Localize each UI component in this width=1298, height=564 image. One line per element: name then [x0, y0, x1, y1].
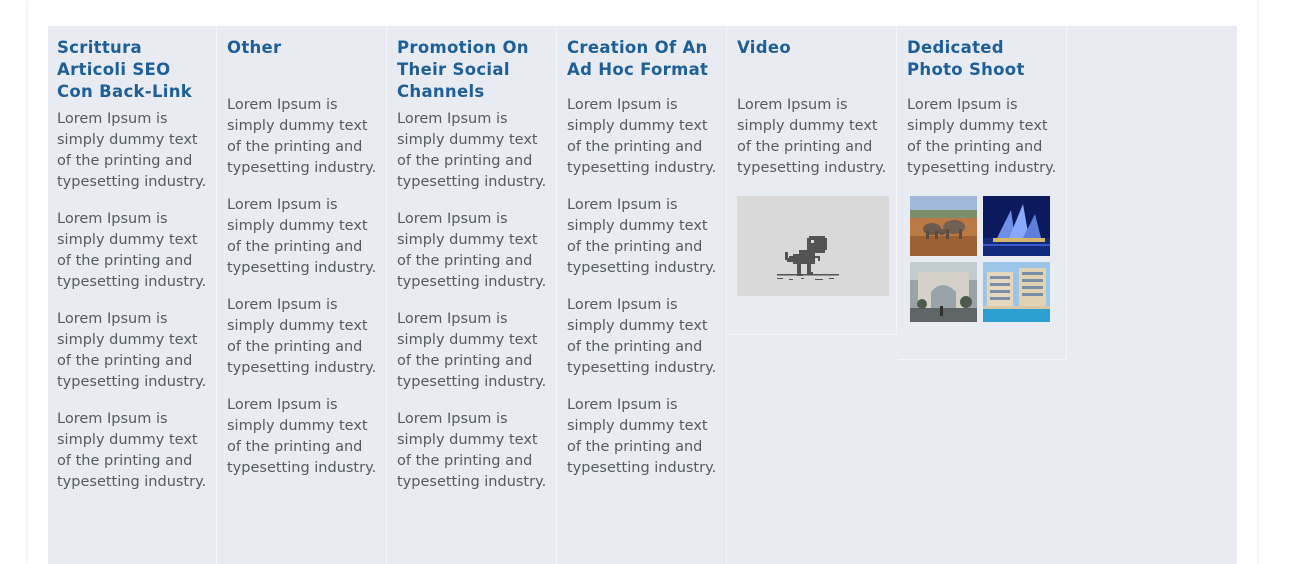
video-player[interactable]: [737, 196, 889, 296]
opera-house-photo[interactable]: [983, 196, 1050, 256]
column-paragraph: Lorem Ipsum is simply dummy text of the …: [567, 397, 717, 476]
column-paragraph: Lorem Ipsum is simply dummy text of the …: [737, 97, 887, 176]
dinosaur-icon: [777, 236, 839, 280]
column-paragraph: Lorem Ipsum is simply dummy text of the …: [397, 311, 547, 390]
service-column-seo: Scrittura Articoli SEO Con Back-Link Lor…: [48, 26, 217, 564]
resort-photo[interactable]: [983, 262, 1050, 322]
column-paragraph: Lorem Ipsum is simply dummy text of the …: [227, 397, 377, 476]
column-paragraph: Lorem Ipsum is simply dummy text of the …: [397, 111, 547, 190]
column-paragraph: Lorem Ipsum is simply dummy text of the …: [57, 311, 207, 390]
page-frame: Scrittura Articoli SEO Con Back-Link Lor…: [28, 0, 1257, 564]
column-title: Other: [227, 38, 282, 57]
service-column-promotion: Promotion On Their Social Channels Lorem…: [388, 26, 557, 564]
column-paragraph: Lorem Ipsum is simply dummy text of the …: [397, 411, 547, 490]
column-paragraph: Lorem Ipsum is simply dummy text of the …: [567, 197, 717, 276]
service-column-other: Other Lorem Ipsum is simply dummy text o…: [218, 26, 387, 564]
elephants-photo[interactable]: [910, 196, 977, 256]
photo-gallery: [907, 193, 1057, 322]
column-title: Video: [737, 38, 791, 57]
service-column-photo: Dedicated Photo Shoot Lorem Ipsum is sim…: [898, 26, 1067, 360]
services-panel: Scrittura Articoli SEO Con Back-Link Lor…: [48, 26, 1237, 564]
service-column-ad-hoc: Creation Of An Ad Hoc Format Lorem Ipsum…: [558, 26, 727, 564]
column-title: Creation Of An Ad Hoc Format: [567, 38, 709, 79]
column-paragraph: Lorem Ipsum is simply dummy text of the …: [57, 411, 207, 490]
column-paragraph: Lorem Ipsum is simply dummy text of the …: [227, 297, 377, 376]
column-title: Promotion On Their Social Channels: [397, 38, 529, 101]
column-paragraph: Lorem Ipsum is simply dummy text of the …: [57, 211, 207, 290]
column-paragraph: Lorem Ipsum is simply dummy text of the …: [227, 197, 377, 276]
column-paragraph: Lorem Ipsum is simply dummy text of the …: [397, 211, 547, 290]
column-paragraph: Lorem Ipsum is simply dummy text of the …: [567, 97, 717, 176]
column-paragraph: Lorem Ipsum is simply dummy text of the …: [907, 97, 1057, 176]
column-paragraph: Lorem Ipsum is simply dummy text of the …: [567, 297, 717, 376]
column-paragraph: Lorem Ipsum is simply dummy text of the …: [57, 111, 207, 190]
column-title: Dedicated Photo Shoot: [907, 38, 1025, 79]
column-paragraph: Lorem Ipsum is simply dummy text of the …: [227, 97, 377, 176]
column-title: Scrittura Articoli SEO Con Back-Link: [57, 38, 193, 101]
arch-photo[interactable]: [910, 262, 977, 322]
service-column-video: Video Lorem Ipsum is simply dummy text o…: [728, 26, 897, 335]
